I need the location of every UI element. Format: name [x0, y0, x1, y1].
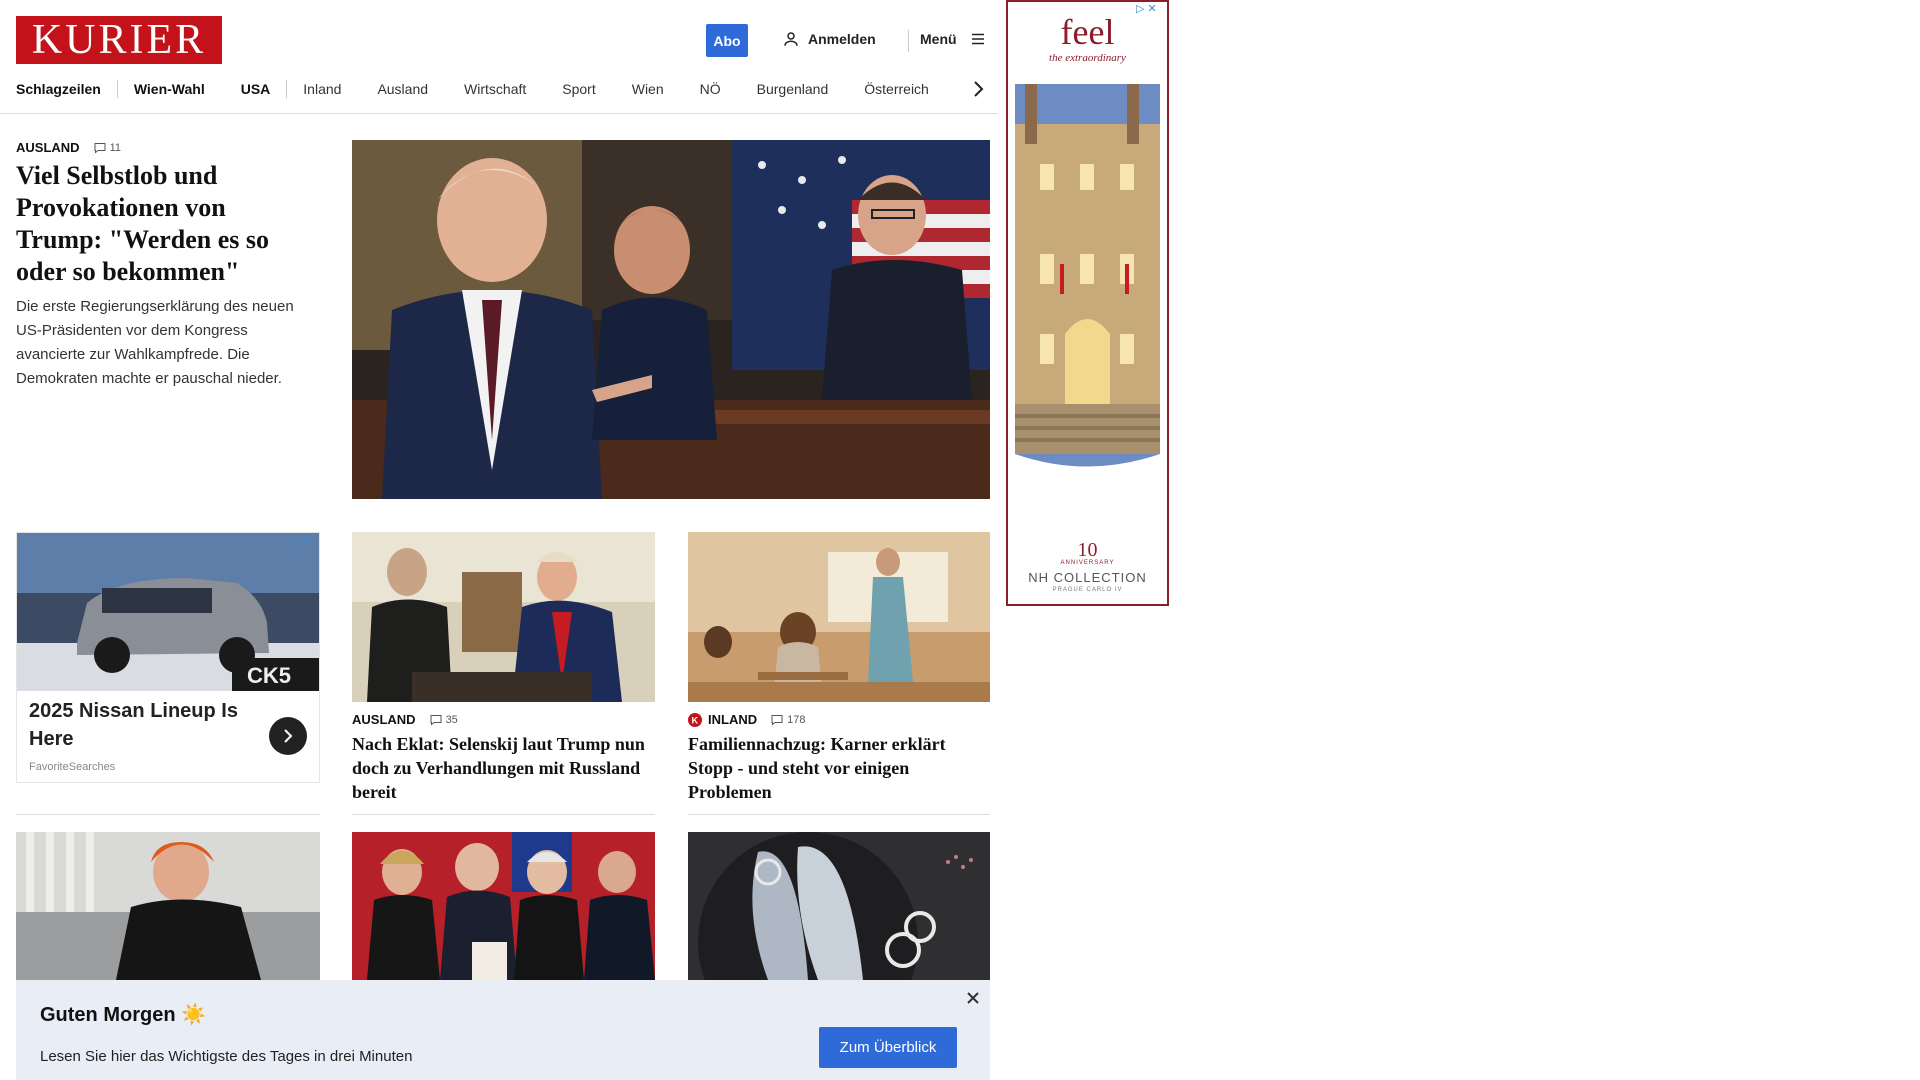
hamburger-icon: [971, 33, 984, 45]
lead-comment-count[interactable]: 11: [94, 142, 121, 154]
card-comment-count[interactable]: 35: [430, 714, 458, 726]
login-label: Anmelden: [808, 31, 876, 47]
card-divider: [688, 814, 990, 815]
nav-item-sport[interactable]: Sport: [562, 81, 595, 97]
card-comment-number: 178: [787, 713, 806, 726]
close-icon: [967, 992, 979, 1004]
lead-teaser[interactable]: Die erste Regierungserklärung des neuen …: [16, 295, 316, 391]
hotel-image[interactable]: [1015, 84, 1160, 534]
ad-info-icon[interactable]: ▷: [289, 535, 297, 547]
header-divider: [908, 30, 909, 52]
banner-close-button[interactable]: [963, 988, 983, 1008]
card-image-government[interactable]: [352, 832, 655, 980]
card-comment-number: 35: [445, 713, 458, 726]
card-divider: [352, 814, 655, 815]
anniversary-number: 10: [1077, 539, 1098, 561]
nav-scroll-right-button[interactable]: [968, 78, 988, 100]
comment-icon: [94, 142, 106, 154]
nav-item-schlagzeilen[interactable]: Schlagzeilen: [16, 81, 101, 97]
section-nav: Schlagzeilen Wien-Wahl USA Inland Auslan…: [16, 78, 998, 100]
lead-comment-number: 11: [109, 141, 121, 154]
comment-icon: [430, 714, 442, 726]
anniversary-label: ANNIVERSARY: [1060, 560, 1115, 566]
menu-button[interactable]: Menü: [920, 30, 987, 48]
card-headline[interactable]: Familiennachzug: Karner erklärt Stopp - …: [688, 732, 990, 804]
card-divider: [16, 814, 320, 815]
kurier-logo[interactable]: KURIER: [16, 16, 222, 64]
kurier-plus-icon: K: [688, 712, 702, 727]
nav-divider: [0, 113, 998, 114]
user-icon: [784, 32, 798, 46]
side-ad-banner[interactable]: ▷ ✕ feel the extraordinary 10 ANNIVERSAR…: [1006, 0, 1169, 606]
lead-kicker[interactable]: AUSLAND 11: [16, 140, 121, 155]
ad-title[interactable]: 2025 Nissan Lineup Is Here: [29, 697, 249, 753]
overview-button[interactable]: Zum Überblick: [819, 1027, 957, 1068]
abo-button[interactable]: Abo: [706, 24, 748, 57]
card-image-classroom[interactable]: [688, 532, 990, 702]
nav-item-wien-wahl[interactable]: Wien-Wahl: [134, 81, 205, 97]
banner-text: Lesen Sie hier das Wichtigste des Tages …: [40, 1048, 413, 1065]
card-image-woman[interactable]: [16, 832, 320, 980]
card-section-label[interactable]: INLAND: [708, 712, 757, 727]
ad-image[interactable]: CK5: [17, 533, 319, 691]
lead-section-label[interactable]: AUSLAND: [16, 140, 80, 155]
menu-label: Menü: [920, 31, 957, 47]
card-kicker[interactable]: AUSLAND 35: [352, 712, 458, 727]
nav-item-burgenland[interactable]: Burgenland: [757, 81, 829, 97]
card-image-herring[interactable]: [688, 832, 990, 980]
nav-item-inland[interactable]: Inland: [303, 81, 341, 97]
login-button[interactable]: Anmelden: [782, 30, 876, 48]
card-image-selenskij[interactable]: [352, 532, 655, 702]
nav-item-oesterreich[interactable]: Österreich: [864, 81, 929, 97]
close-icon[interactable]: ✕: [300, 535, 309, 547]
chevron-right-icon: [974, 81, 984, 97]
ad-brand: NH COLLECTION: [1028, 570, 1147, 585]
ad-choices[interactable]: ▷ ✕: [289, 535, 310, 547]
card-headline[interactable]: Nach Eklat: Selenskij laut Trump nun doc…: [352, 732, 655, 804]
lead-headline[interactable]: Viel Selbstlob und Provokationen von Tru…: [16, 160, 316, 288]
ad-source: FavoriteSearches: [29, 761, 116, 773]
nav-item-ausland[interactable]: Ausland: [377, 81, 428, 97]
nav-item-usa[interactable]: USA: [241, 81, 271, 97]
nav-item-wirtschaft[interactable]: Wirtschaft: [464, 81, 526, 97]
sponsored-ad-card[interactable]: CK5 ▷ ✕ 2025 Nissan Lineup Is Here Favor…: [16, 532, 320, 783]
ad-location: PRAGUE CARLO IV: [1052, 587, 1123, 593]
ad-headline: feel: [1060, 12, 1115, 52]
svg-text:K: K: [692, 715, 699, 725]
chevron-right-icon: [284, 729, 293, 743]
comment-icon: [771, 714, 783, 726]
nav-separator: [286, 80, 288, 98]
card-section-label[interactable]: AUSLAND: [352, 712, 416, 727]
card-comment-count[interactable]: 178: [771, 714, 805, 726]
nav-separator: [116, 80, 118, 98]
ad-anniversary: 10 ANNIVERSARY NH COLLECTION PRAGUE CARL…: [1008, 540, 1167, 593]
svg-text:CK5: CK5: [247, 663, 291, 688]
morning-briefing-banner: Guten Morgen ☀️ Lesen Sie hier das Wicht…: [16, 980, 990, 1080]
lead-image[interactable]: [352, 140, 990, 499]
banner-title: Guten Morgen ☀️: [40, 1004, 207, 1026]
nav-item-noe[interactable]: NÖ: [700, 81, 721, 97]
ad-tagline: the extraordinary: [1049, 52, 1126, 64]
ad-arrow-button[interactable]: [269, 717, 307, 755]
nav-item-wien[interactable]: Wien: [632, 81, 664, 97]
card-kicker[interactable]: K INLAND 178: [688, 712, 805, 727]
